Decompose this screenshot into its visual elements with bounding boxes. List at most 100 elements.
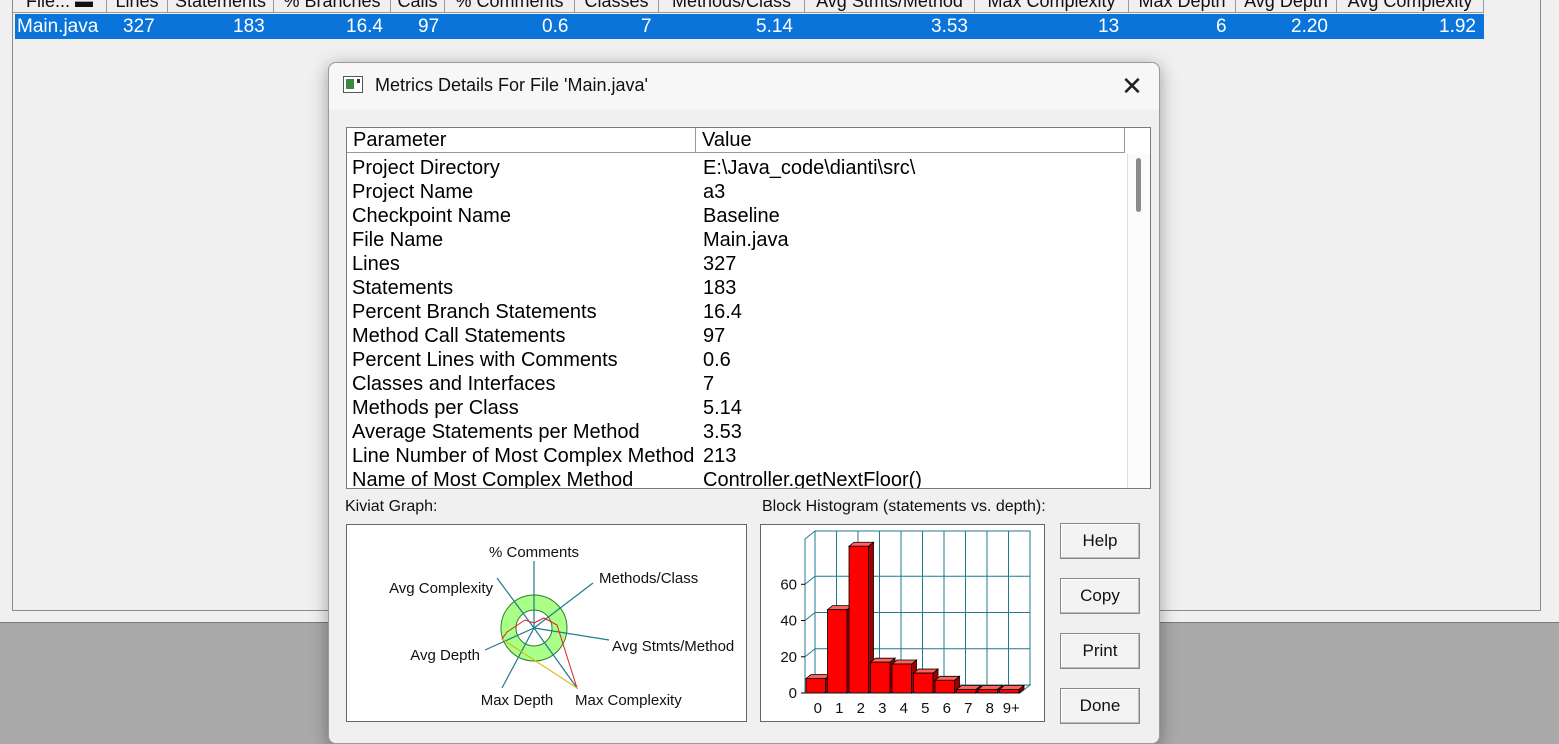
cell-comments: 0.6 — [542, 16, 569, 37]
done-button[interactable]: Done — [1060, 688, 1140, 724]
bar-front — [977, 688, 998, 694]
histogram-bar — [890, 659, 918, 694]
column-header-methods-class[interactable]: Methods/Class — [659, 0, 805, 13]
parameter-value: a3 — [703, 181, 726, 203]
window-icon — [343, 76, 363, 93]
parameter-name: Classes and Interfaces — [352, 373, 556, 395]
details-row[interactable]: Average Statements per Method 3.53 — [347, 420, 1125, 444]
column-header-classes[interactable]: Classes — [575, 0, 659, 13]
details-row[interactable]: Line Number of Most Complex Method 213 — [347, 444, 1125, 468]
column-header-comments[interactable]: % Comments — [445, 0, 575, 13]
details-rows: Project Directory E:\Java_code\dianti\src… — [347, 156, 1125, 488]
bar-top — [998, 684, 1026, 690]
cell-max-complexity: 13 — [1098, 16, 1120, 37]
bar-top — [890, 659, 918, 665]
kiviat-label-comments: % Comments — [489, 544, 579, 561]
parameter-value: Baseline — [703, 205, 780, 227]
parameter-name: Method Call Statements — [352, 325, 566, 347]
parameter-value: 213 — [703, 445, 737, 467]
table-row[interactable]: Main.java 327 183 16.4 97 0.6 7 5.14 3.5… — [15, 14, 1484, 39]
kiviat-label-methods-class: Methods/Class — [599, 570, 698, 587]
details-row[interactable]: Method Call Statements 97 — [347, 324, 1125, 348]
bar-front — [827, 609, 848, 694]
details-row[interactable]: File Name Main.java — [347, 228, 1125, 252]
parameter-name: Project Name — [352, 181, 474, 203]
column-header-lines[interactable]: Lines — [107, 0, 168, 13]
histogram-left-wall — [804, 529, 816, 695]
column-header-max-depth[interactable]: Max Depth — [1129, 0, 1236, 13]
bar-top — [847, 541, 875, 547]
column-header-avg-complexity[interactable]: Avg Complexity — [1337, 0, 1484, 13]
cell-file: Main.java — [17, 16, 99, 37]
help-button[interactable]: Help — [1060, 523, 1140, 559]
parameter-value: 0.6 — [703, 349, 731, 371]
parameter-value: 183 — [703, 277, 737, 299]
x-tick-label: 1 — [835, 700, 843, 717]
parameter-name: File Name — [352, 229, 444, 251]
x-tick-label: 0 — [814, 700, 822, 717]
column-header-max-complexity[interactable]: Max Complexity — [975, 0, 1129, 13]
column-header-file[interactable]: File... ▬ — [13, 0, 107, 13]
parameter-name: Project Directory — [352, 157, 500, 179]
details-row[interactable]: Project Directory E:\Java_code\dianti\src… — [347, 156, 1125, 180]
print-button[interactable]: Print — [1060, 633, 1140, 669]
x-tick-label: 3 — [878, 700, 886, 717]
kiviat-label: Kiviat Graph: — [345, 498, 438, 515]
column-header-calls[interactable]: Calls — [391, 0, 445, 13]
cell-classes: 7 — [641, 16, 652, 37]
bar-front — [870, 661, 891, 694]
x-tick-label: 9+ — [1003, 700, 1020, 717]
column-header-value[interactable]: Value — [696, 128, 1125, 153]
parameter-name: Methods per Class — [352, 397, 519, 419]
x-tick-label: 8 — [986, 700, 994, 717]
x-tick-label: 4 — [900, 700, 908, 717]
bar-front — [848, 545, 869, 694]
parameter-value: 97 — [703, 325, 726, 347]
details-row[interactable]: Percent Lines with Comments 0.6 — [347, 348, 1125, 372]
column-header-avg-stmts[interactable]: Avg Stmts/Method — [805, 0, 975, 13]
histogram-bar — [933, 675, 961, 694]
cell-max-depth: 6 — [1216, 16, 1227, 37]
kiviat-label-max-depth: Max Depth — [481, 692, 554, 709]
scrollbar-thumb[interactable] — [1136, 158, 1141, 212]
histogram-bar — [976, 684, 1004, 694]
histogram-y-ticks: 0 20 40 60 — [780, 576, 805, 702]
cell-branches: 16.4 — [346, 16, 383, 37]
bar-front — [891, 663, 912, 694]
bar-front — [956, 688, 977, 694]
details-list: Parameter Value Project Directory E:\Java… — [346, 127, 1151, 489]
metrics-details-dialog: Metrics Details For File 'Main.java' ✕ P… — [328, 62, 1160, 744]
histogram-bar — [955, 684, 983, 694]
details-row[interactable]: Project Name a3 — [347, 180, 1125, 204]
column-header-avg-depth[interactable]: Avg Depth — [1236, 0, 1337, 13]
copy-button[interactable]: Copy — [1060, 578, 1140, 614]
histogram-bar — [804, 673, 832, 694]
details-row[interactable]: Classes and Interfaces 7 — [347, 372, 1125, 396]
column-header-branches[interactable]: % Branches — [274, 0, 391, 13]
details-row[interactable]: Statements 183 — [347, 276, 1125, 300]
dialog-titlebar[interactable]: Metrics Details For File 'Main.java' ✕ — [329, 63, 1159, 109]
parameter-name: Lines — [352, 253, 400, 275]
close-button[interactable]: ✕ — [1117, 71, 1147, 101]
cell-methods-class: 5.14 — [756, 16, 793, 37]
parameter-value: Main.java — [703, 229, 789, 251]
cell-avg-depth: 2.20 — [1291, 16, 1328, 37]
details-row[interactable]: Checkpoint Name Baseline — [347, 204, 1125, 228]
vertical-scrollbar[interactable] — [1127, 154, 1150, 488]
y-tick-label: 20 — [780, 649, 797, 666]
bar-front — [805, 678, 826, 694]
cell-calls: 97 — [418, 16, 440, 37]
histogram-bar — [912, 668, 940, 694]
details-row[interactable]: Methods per Class 5.14 — [347, 396, 1125, 420]
bar-top — [912, 668, 940, 674]
kiviat-label-avg-complexity: Avg Complexity — [389, 580, 493, 597]
details-row[interactable]: Percent Branch Statements 16.4 — [347, 300, 1125, 324]
bar-front — [934, 679, 955, 694]
cell-avg-complexity: 1.92 — [1439, 16, 1476, 37]
x-tick-label: 7 — [964, 700, 972, 717]
details-row[interactable]: Lines 327 — [347, 252, 1125, 276]
column-header-statements[interactable]: Statements — [168, 0, 274, 13]
column-header-parameter[interactable]: Parameter — [347, 128, 696, 153]
details-row[interactable]: Name of Most Complex Method Controller.ge… — [347, 468, 1125, 488]
kiviat-svg: % Comments Methods/Class Avg Stmts/Metho… — [389, 544, 734, 709]
